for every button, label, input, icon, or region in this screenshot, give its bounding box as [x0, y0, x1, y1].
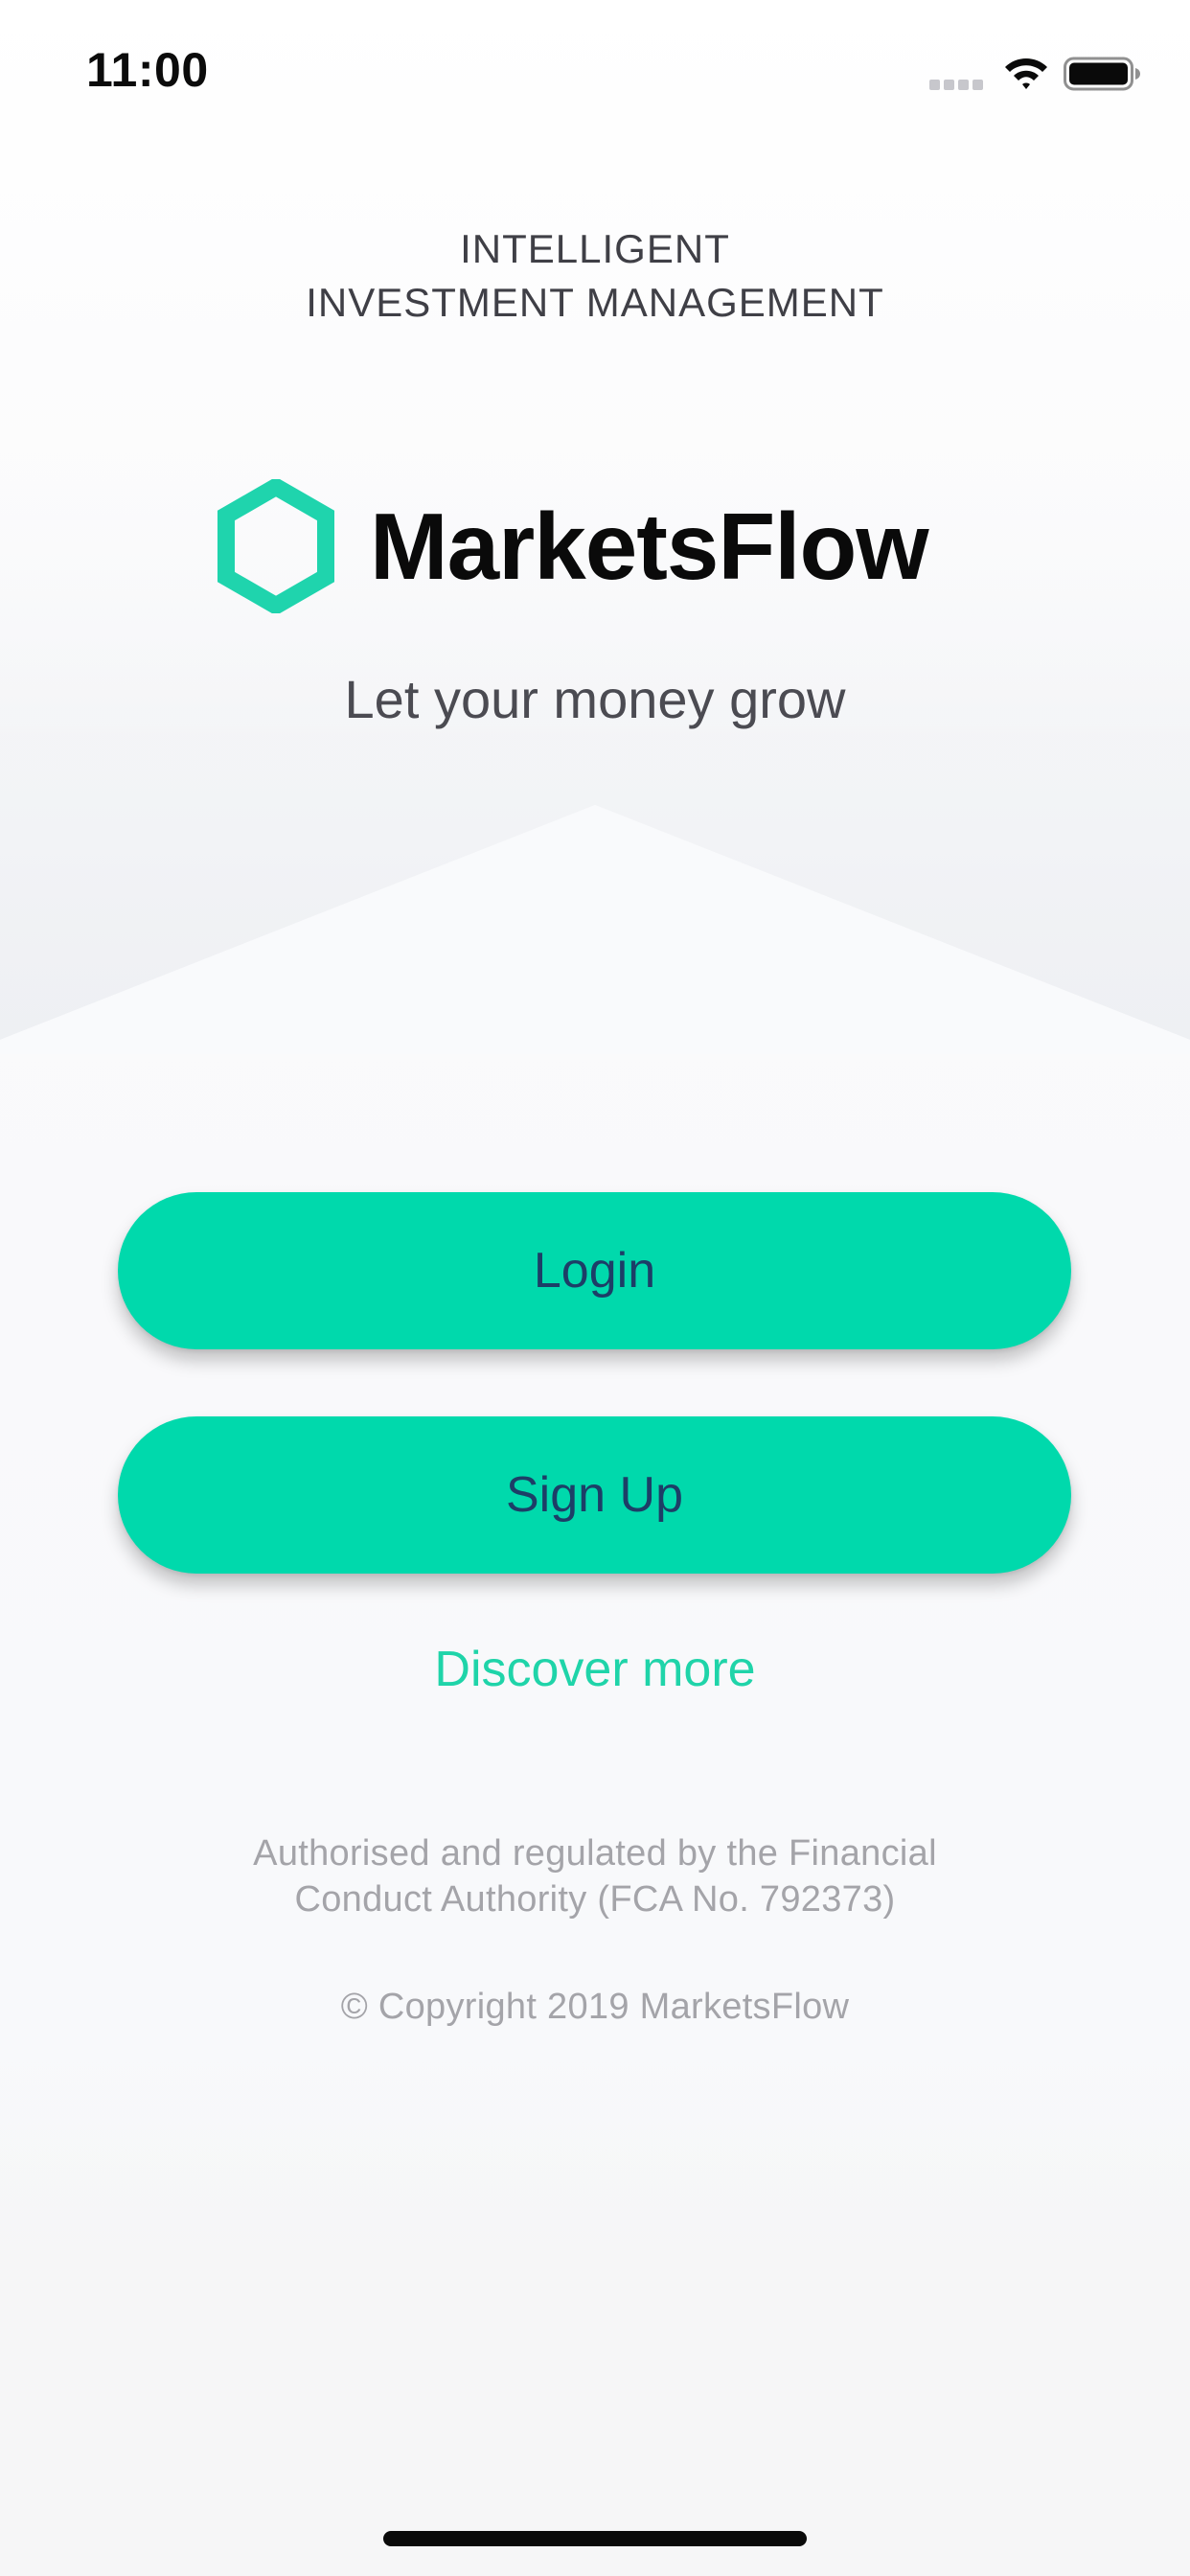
battery-icon — [1064, 57, 1140, 91]
tagline-line-2: INVESTMENT MANAGEMENT — [306, 280, 884, 325]
login-button[interactable]: Login — [118, 1192, 1071, 1349]
status-time: 11:00 — [86, 43, 209, 97]
welcome-screen: 11:00 INTELLIGENT INVESTMENT MANAGEMENT … — [0, 0, 1190, 2576]
brand-logo: MarketsFlow — [217, 479, 929, 613]
brand-name: MarketsFlow — [370, 494, 929, 599]
discover-more-link[interactable]: Discover more — [434, 1642, 755, 1697]
cellular-signal-icon — [929, 77, 985, 90]
discover-more-row: Discover more — [0, 1635, 1190, 1704]
brand-subtitle: Let your money grow — [344, 669, 846, 729]
home-indicator[interactable] — [383, 2531, 807, 2546]
footer-background — [0, 2051, 1190, 2576]
tagline-line-1: INTELLIGENT — [460, 226, 730, 271]
wifi-icon — [1005, 58, 1047, 89]
copyright-notice: © Copyright 2019 MarketsFlow — [340, 1987, 850, 2027]
regulatory-notice-line-1: Authorised and regulated by the Financia… — [253, 1833, 937, 1874]
regulatory-notice-line-2: Conduct Authority (FCA No. 792373) — [294, 1879, 896, 1920]
hexagon-icon — [217, 479, 334, 613]
sign-up-button[interactable]: Sign Up — [118, 1416, 1071, 1574]
status-bar: 11:00 — [0, 0, 1190, 144]
